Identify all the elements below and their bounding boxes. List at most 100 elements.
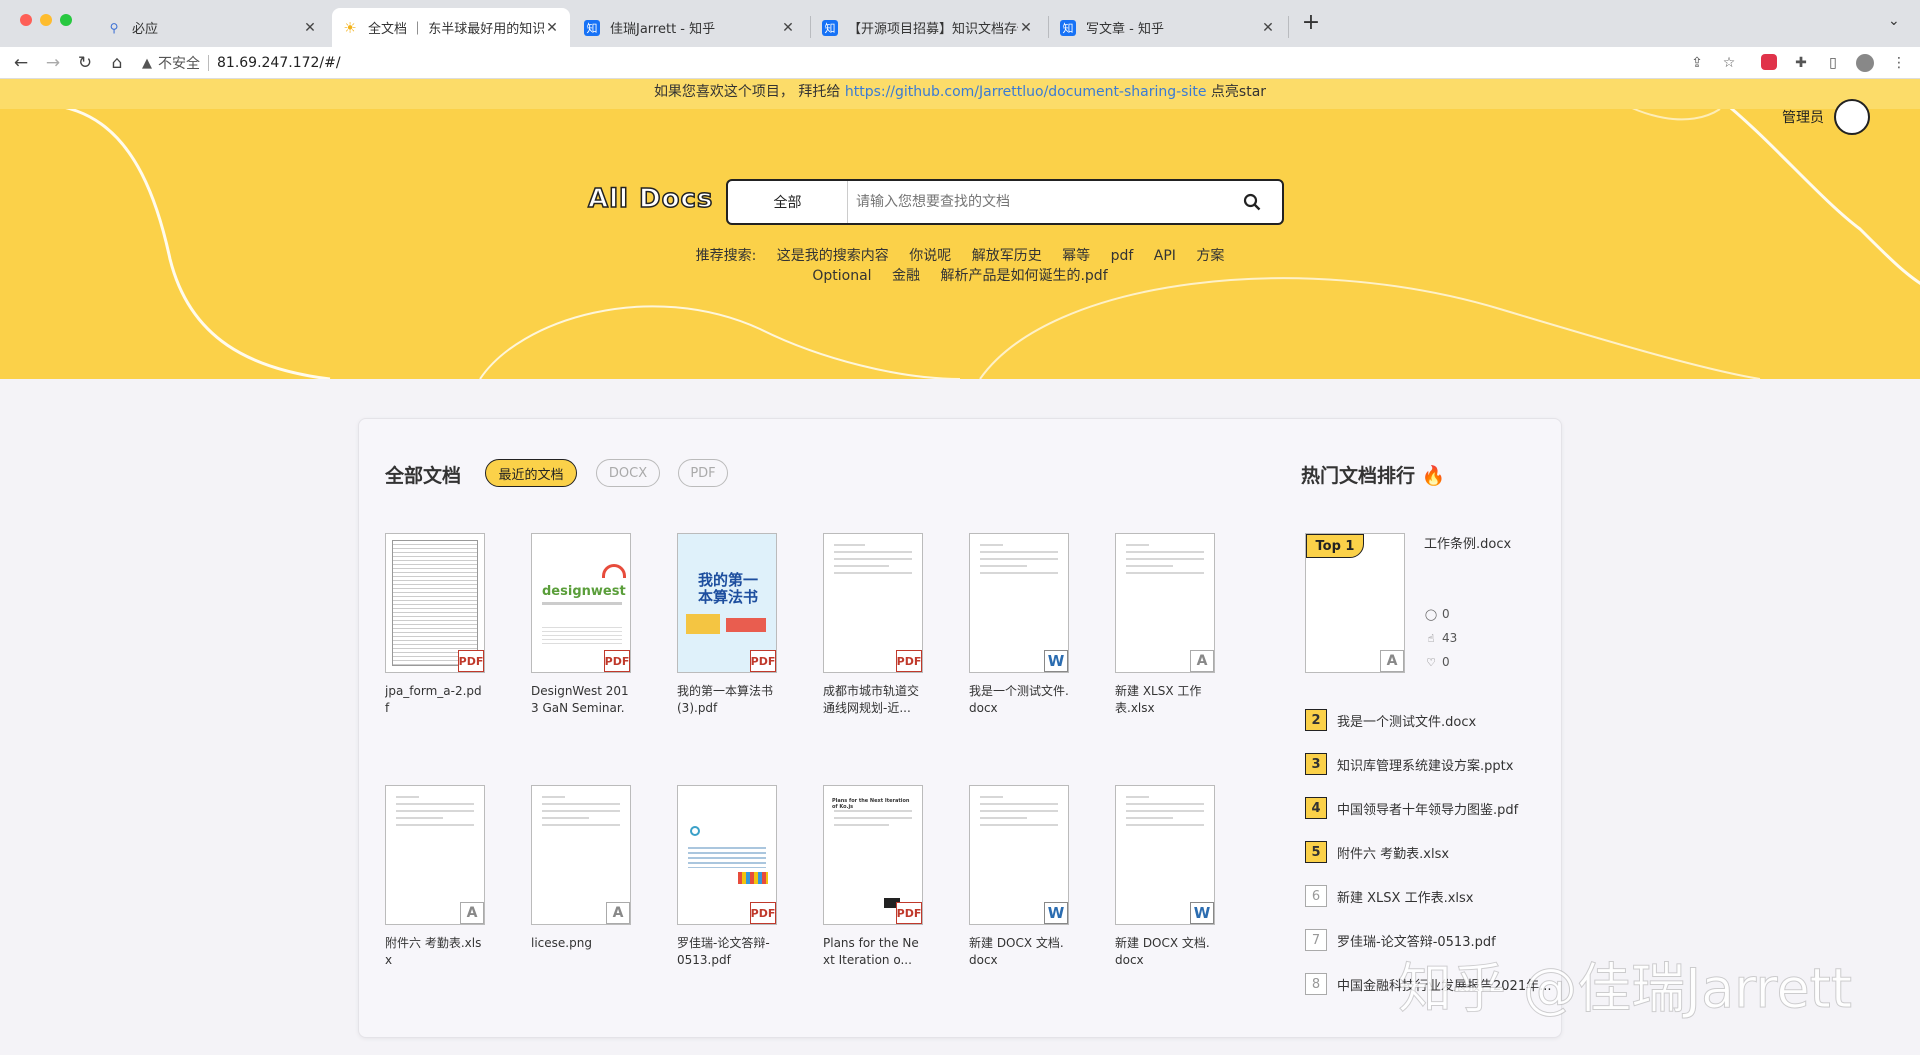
recommend-tag[interactable]: 解放军历史 <box>972 248 1042 264</box>
document-item[interactable]: 我的第一本算法书 PDF 我的第一本算法书(3).pdf <box>677 533 777 717</box>
rank-item[interactable]: 5附件六 考勤表.xlsx <box>1305 841 1449 863</box>
rank-item[interactable]: 2我是一个测试文件.docx <box>1305 709 1476 731</box>
document-name[interactable]: 新建 DOCX 文档.docx <box>969 935 1069 969</box>
filter-docx[interactable]: DOCX <box>596 459 660 487</box>
pdf-badge-icon: PDF <box>896 650 922 672</box>
close-tab-icon[interactable]: ✕ <box>780 20 796 36</box>
admin-label: 管理员 <box>1782 107 1824 127</box>
window-zoom-button[interactable] <box>60 14 72 26</box>
address-bar[interactable]: ▲ 不安全 81.69.247.172/#/ <box>142 50 1732 76</box>
document-thumbnail[interactable]: W <box>1115 785 1215 925</box>
document-item[interactable]: PDF 成都市城市轨道交通线网规划-近... <box>823 533 923 717</box>
document-item[interactable]: W 新建 DOCX 文档.docx <box>969 785 1069 969</box>
browser-tab[interactable]: ⚲ 必应 ✕ <box>96 8 328 47</box>
home-icon[interactable]: ⌂ <box>106 52 128 74</box>
reload-icon[interactable]: ↻ <box>74 52 96 74</box>
document-item[interactable]: A 附件六 考勤表.xlsx <box>385 785 485 969</box>
document-thumbnail[interactable]: A <box>1115 533 1215 673</box>
document-name[interactable]: licese.png <box>531 935 631 969</box>
puzzle-extensions-icon[interactable]: ✚ <box>1792 54 1810 72</box>
recommend-tag[interactable]: pdf <box>1111 248 1134 264</box>
close-tab-icon[interactable]: ✕ <box>1260 20 1276 36</box>
document-name[interactable]: jpa_form_a-2.pdf <box>385 683 485 717</box>
top1-name[interactable]: 工作条例.docx <box>1424 533 1511 552</box>
recommend-tag[interactable]: 这是我的搜索内容 <box>777 248 889 264</box>
document-thumbnail[interactable]: PDF <box>385 533 485 673</box>
admin-menu[interactable]: 管理员 <box>1782 99 1870 135</box>
rank-item[interactable]: 4中国领导者十年领导力图鉴.pdf <box>1305 797 1518 819</box>
rank-item[interactable]: 6新建 XLSX 工作表.xlsx <box>1305 885 1473 907</box>
recommend-tag[interactable]: 解析产品是如何诞生的.pdf <box>940 268 1107 284</box>
document-item[interactable]: A licese.png <box>531 785 631 969</box>
close-tab-icon[interactable]: ✕ <box>302 20 318 36</box>
document-name[interactable]: 罗佳瑞-论文答辩-0513.pdf <box>677 935 777 969</box>
zhihu-icon: 知 <box>584 20 600 36</box>
browser-tab[interactable]: 知 佳瑞Jarrett - 知乎 ✕ <box>574 8 806 47</box>
document-item[interactable]: A 新建 XLSX 工作表.xlsx <box>1115 533 1215 717</box>
warning-icon: ▲ <box>142 56 152 71</box>
word-badge-icon: W <box>1044 650 1068 672</box>
document-name[interactable]: 我是一个测试文件.docx <box>969 683 1069 717</box>
avatar[interactable] <box>1834 99 1870 135</box>
rank-item[interactable]: 3知识库管理系统建设方案.pptx <box>1305 753 1513 775</box>
sidebar-panel-icon[interactable]: ▯ <box>1824 54 1842 72</box>
browser-tab[interactable]: 知 写文章 - 知乎 ✕ <box>1050 8 1286 47</box>
document-name[interactable]: 成都市城市轨道交通线网规划-近... <box>823 683 923 717</box>
document-thumbnail[interactable]: designwest PDF <box>531 533 631 673</box>
search-scope-select[interactable]: 全部 <box>728 181 848 223</box>
recommend-tag[interactable]: Optional <box>812 268 871 284</box>
filter-recent[interactable]: 最近的文档 <box>485 459 577 487</box>
browser-tab[interactable]: 知 【开源项目招募】知识文档存储系统 ✕ <box>812 8 1044 47</box>
recommend-tag[interactable]: API <box>1154 248 1176 264</box>
document-name[interactable]: DesignWest 2013 GaN Seminar.pdf <box>531 683 631 717</box>
document-thumbnail[interactable]: A <box>531 785 631 925</box>
document-thumbnail[interactable]: W <box>969 785 1069 925</box>
recommend-tag[interactable]: 你说呢 <box>909 248 951 264</box>
document-thumbnail[interactable]: PDF <box>823 533 923 673</box>
forward-arrow-icon[interactable]: → <box>42 52 64 74</box>
document-name[interactable]: Plans for the Next Iteration o... <box>823 935 923 969</box>
document-name[interactable]: 新建 DOCX 文档.docx <box>1115 935 1215 969</box>
search-icon[interactable] <box>1222 193 1282 211</box>
document-item[interactable]: W 我是一个测试文件.docx <box>969 533 1069 717</box>
extension-red-icon[interactable] <box>1760 54 1778 72</box>
browser-tab-active[interactable]: ☀ 全文档 ｜ 东半球最好用的知识库 ✕ <box>332 8 570 47</box>
share-icon[interactable]: ⇪ <box>1688 54 1706 72</box>
document-name[interactable]: 附件六 考勤表.xlsx <box>385 935 485 969</box>
github-link[interactable]: https://github.com/Jarrettluo/document-s… <box>845 84 1207 100</box>
zhihu-icon: 知 <box>822 20 838 36</box>
search-input[interactable] <box>848 181 1222 223</box>
document-name[interactable]: 我的第一本算法书(3).pdf <box>677 683 777 717</box>
new-tab-icon[interactable]: + <box>1300 12 1322 34</box>
window-minimize-button[interactable] <box>40 14 52 26</box>
document-item[interactable]: designwest PDF DesignWest 2013 GaN Semin… <box>531 533 631 717</box>
document-item[interactable]: Plans for the Next Iteration of Ko.js PD… <box>823 785 923 969</box>
comment-count: ◯0 <box>1424 607 1450 621</box>
back-arrow-icon[interactable]: ← <box>10 52 32 74</box>
menu-dots-icon[interactable]: ⋮ <box>1890 54 1908 72</box>
document-thumbnail[interactable]: PDF <box>677 785 777 925</box>
profile-icon[interactable] <box>1856 54 1874 72</box>
document-item[interactable]: PDF 罗佳瑞-论文答辩-0513.pdf <box>677 785 777 969</box>
pdf-badge-icon: PDF <box>604 650 630 672</box>
top1-thumbnail[interactable]: Top 1 A <box>1305 533 1405 673</box>
document-thumbnail[interactable]: W <box>969 533 1069 673</box>
close-tab-icon[interactable]: ✕ <box>544 20 560 36</box>
recommend-tag[interactable]: 方案 <box>1196 248 1224 264</box>
chevron-down-icon[interactable]: ⌄ <box>1888 13 1900 29</box>
hot-docs-title: 热门文档排行 🔥 <box>1301 461 1445 488</box>
url-text: 81.69.247.172/#/ <box>217 55 341 71</box>
document-item[interactable]: PDF jpa_form_a-2.pdf <box>385 533 485 717</box>
bookmark-star-icon[interactable]: ☆ <box>1720 54 1738 72</box>
filter-pdf[interactable]: PDF <box>678 459 728 487</box>
document-name[interactable]: 新建 XLSX 工作表.xlsx <box>1115 683 1215 717</box>
document-thumbnail[interactable]: 我的第一本算法书 PDF <box>677 533 777 673</box>
recommend-tag[interactable]: 金融 <box>892 268 920 284</box>
document-item[interactable]: W 新建 DOCX 文档.docx <box>1115 785 1215 969</box>
document-thumbnail[interactable]: Plans for the Next Iteration of Ko.js PD… <box>823 785 923 925</box>
close-tab-icon[interactable]: ✕ <box>1018 20 1034 36</box>
window-close-button[interactable] <box>20 14 32 26</box>
document-thumbnail[interactable]: A <box>385 785 485 925</box>
recommend-tag[interactable]: 幂等 <box>1062 248 1090 264</box>
browser-toolbar: ← → ↻ ⌂ ▲ 不安全 81.69.247.172/#/ ⇪ ☆ ✚ ▯ ⋮ <box>0 47 1920 79</box>
